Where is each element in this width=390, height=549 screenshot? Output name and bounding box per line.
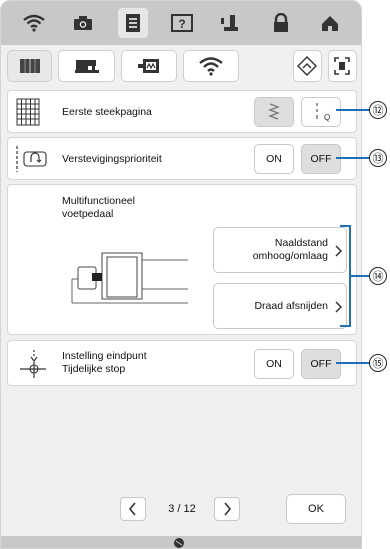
foot-pedal-diagram-icon — [71, 252, 188, 304]
svg-text:?: ? — [178, 17, 185, 31]
needle-position-line2: omhoog/omlaag — [252, 250, 328, 262]
top-toolbar: ? — [1, 1, 361, 45]
callout-line-14 — [351, 275, 369, 277]
bottom-bar — [1, 536, 361, 548]
end-point-label-line2: Tijdelijke stop — [62, 363, 126, 375]
wifi-tab-icon — [199, 57, 223, 76]
sewing-machine-icon — [74, 60, 99, 73]
end-point-on-button[interactable]: ON — [254, 349, 294, 379]
character-stitch-page-option[interactable]: Q — [301, 97, 341, 127]
page-indicator: 3 / 12 — [168, 503, 196, 515]
fullscreen-icon — [334, 57, 351, 75]
settings-screen: ? Eerste steekpagina Q Verstevigingsprio… — [0, 0, 362, 549]
ok-button[interactable]: OK — [286, 494, 346, 524]
utility-stitch-page-option[interactable] — [254, 97, 294, 127]
help-icon[interactable]: ? — [167, 8, 197, 38]
wifi-icon[interactable] — [19, 8, 49, 38]
book-icon — [19, 59, 40, 73]
needle-position-line1: Naaldstand — [274, 237, 328, 249]
setting-row-reinforcement-priority: Verstevigingsprioriteit ON OFF — [7, 137, 357, 180]
presser-foot-icon[interactable] — [216, 8, 246, 38]
category-tabs — [1, 45, 361, 87]
setting-row-foot-pedal: Multifunctioneel voetpedaal Naaldstand o… — [7, 184, 357, 335]
needle-position-button[interactable]: Naaldstand omhoog/omlaag — [213, 227, 347, 273]
tab-general-settings[interactable] — [7, 50, 53, 82]
end-point-icon — [20, 350, 46, 378]
end-point-off-button[interactable]: OFF — [301, 349, 341, 379]
machine-status-icon — [174, 538, 184, 548]
callout-bracket-14 — [340, 225, 351, 327]
svg-text:Q: Q — [324, 113, 330, 122]
previous-page-button[interactable] — [120, 497, 146, 521]
callout-14: ⑭ — [369, 267, 387, 285]
tab-sewing-settings[interactable] — [58, 50, 115, 82]
callout-line-15 — [336, 362, 370, 364]
tab-wlan-settings[interactable] — [182, 50, 240, 82]
chevron-left-icon — [128, 502, 136, 516]
thread-cutting-button[interactable]: Draad afsnijden — [213, 283, 347, 329]
setting-row-end-point: Instelling eindpunt Tijdelijke stop ON O… — [7, 340, 357, 386]
grid-page-icon — [16, 98, 40, 126]
setting-row-first-stitch-page: Eerste steekpagina Q — [7, 90, 357, 133]
chevron-right-icon — [224, 502, 232, 516]
machine-info-button[interactable] — [292, 50, 322, 82]
home-icon[interactable] — [315, 8, 345, 38]
next-page-button[interactable] — [214, 497, 240, 521]
reinforcement-off-button[interactable]: OFF — [301, 144, 341, 174]
reinforcement-priority-label: Verstevigingsprioriteit — [62, 153, 162, 165]
end-point-label-line1: Instelling eindpunt — [62, 350, 147, 362]
lock-icon[interactable] — [266, 8, 296, 38]
reinforcement-icon — [16, 146, 47, 172]
callout-13: ⑬ — [369, 149, 387, 167]
settings-page-icon[interactable] — [117, 8, 148, 38]
foot-pedal-title-line2: voetpedaal — [62, 208, 114, 220]
straight-q-stitch-icon: Q — [316, 103, 330, 122]
thread-cutting-label: Draad afsnijden — [254, 300, 328, 312]
callout-line-12 — [336, 109, 370, 111]
tab-embroidery-settings[interactable] — [120, 50, 177, 82]
diamond-arrow-icon — [297, 56, 318, 76]
foot-pedal-title-line1: Multifunctioneel — [62, 195, 135, 207]
callout-line-13 — [336, 157, 370, 159]
callout-15: ⑮ — [369, 354, 387, 372]
zigzag-stitch-icon — [268, 103, 280, 120]
first-stitch-page-label: Eerste steekpagina — [62, 106, 152, 118]
camera-icon[interactable] — [68, 8, 98, 38]
embroidery-icon — [137, 59, 159, 73]
callout-12: ⑫ — [369, 101, 387, 119]
reinforcement-on-button[interactable]: ON — [254, 144, 294, 174]
fullscreen-button[interactable] — [327, 50, 357, 82]
